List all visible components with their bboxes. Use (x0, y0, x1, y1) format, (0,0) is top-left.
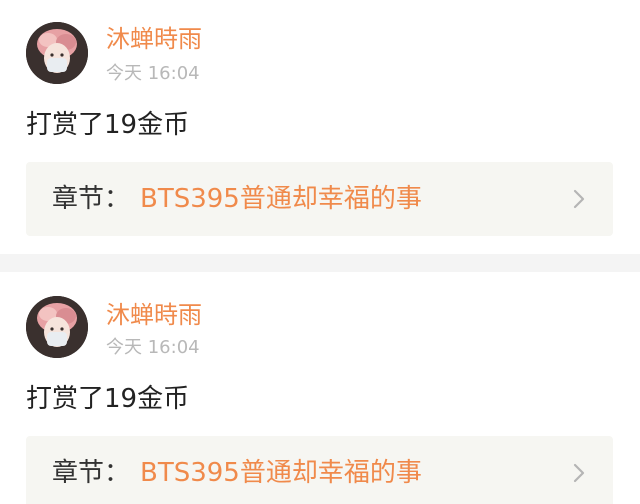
username[interactable]: 沐蝉時雨 (106, 300, 202, 330)
card-divider (0, 254, 640, 272)
reward-message: 打赏了19金币 (26, 110, 190, 140)
chevron-right-icon (569, 460, 589, 486)
username[interactable]: 沐蝉時雨 (106, 24, 202, 54)
chapter-label: 章节： (52, 184, 131, 214)
reward-message: 打赏了19金币 (26, 384, 190, 414)
reward-feed: 沐蝉時雨 今天 16:04 打赏了19金币 章节： BTS395普通却幸福的事 (0, 0, 640, 504)
reward-card: 沐蝉時雨 今天 16:04 打赏了19金币 章节： BTS395普通却幸福的事 (0, 272, 640, 504)
avatar[interactable] (26, 22, 88, 84)
chapter-title: BTS395普通却幸福的事 (140, 458, 422, 488)
timestamp: 今天 16:04 (106, 63, 200, 84)
chapter-title: BTS395普通却幸福的事 (140, 184, 422, 214)
avatar[interactable] (26, 296, 88, 358)
chevron-right-icon (569, 186, 589, 212)
reward-card: 沐蝉時雨 今天 16:04 打赏了19金币 章节： BTS395普通却幸福的事 (0, 0, 640, 254)
chapter-link[interactable]: 章节： BTS395普通却幸福的事 (26, 162, 613, 236)
chapter-link[interactable]: 章节： BTS395普通却幸福的事 (26, 436, 613, 504)
chapter-label: 章节： (52, 458, 131, 488)
timestamp: 今天 16:04 (106, 337, 200, 358)
